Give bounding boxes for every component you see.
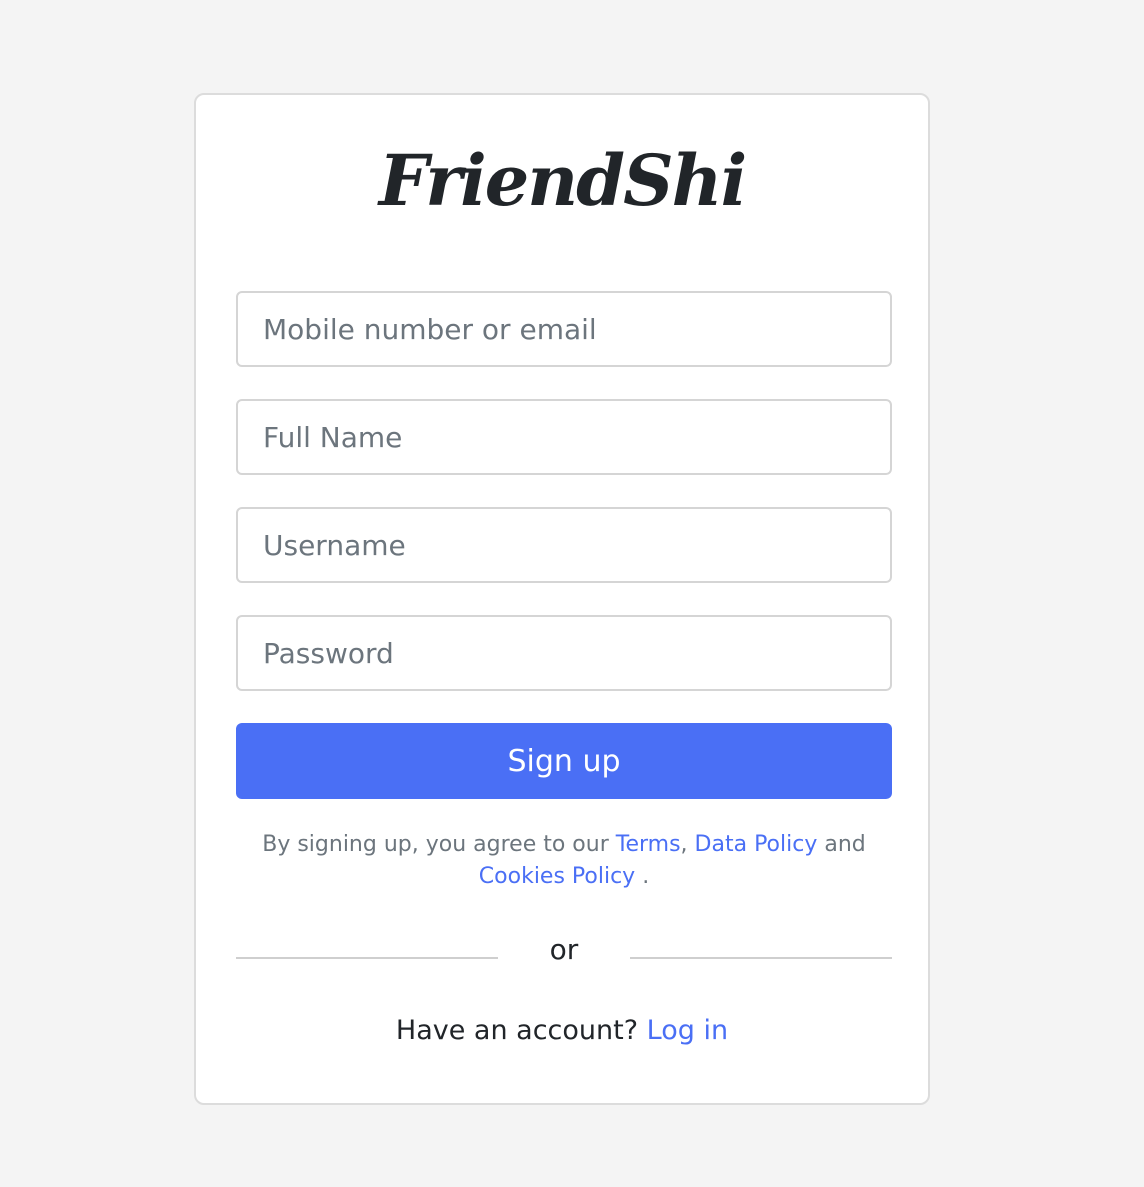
terms-notice: By signing up, you agree to our Terms, D… [236, 829, 892, 893]
terms-link[interactable]: Terms [616, 832, 681, 857]
terms-comma: , [680, 832, 688, 857]
data-policy-link[interactable]: Data Policy [695, 832, 818, 857]
terms-and: and [824, 832, 866, 857]
divider-or: or [549, 933, 579, 966]
login-prompt-text: Have an account? [395, 1015, 639, 1046]
divider-line-right [630, 957, 892, 959]
fullname-input[interactable] [236, 399, 892, 475]
signup-button[interactable]: Sign up [236, 723, 892, 799]
login-link[interactable]: Log in [647, 1015, 728, 1046]
terms-prefix: By signing up, you agree to our [262, 832, 609, 857]
password-input[interactable] [236, 615, 892, 691]
login-prompt: Have an account? Log in [196, 1015, 928, 1046]
contact-input[interactable] [236, 291, 892, 367]
username-input[interactable] [236, 507, 892, 583]
cookies-policy-link[interactable]: Cookies Policy [479, 864, 635, 889]
brand-logo: FriendShi [378, 139, 747, 222]
signup-card: FriendShi Sign up By signing up, you agr… [194, 93, 930, 1105]
divider-line-left [236, 957, 498, 959]
terms-period: . [642, 864, 650, 889]
